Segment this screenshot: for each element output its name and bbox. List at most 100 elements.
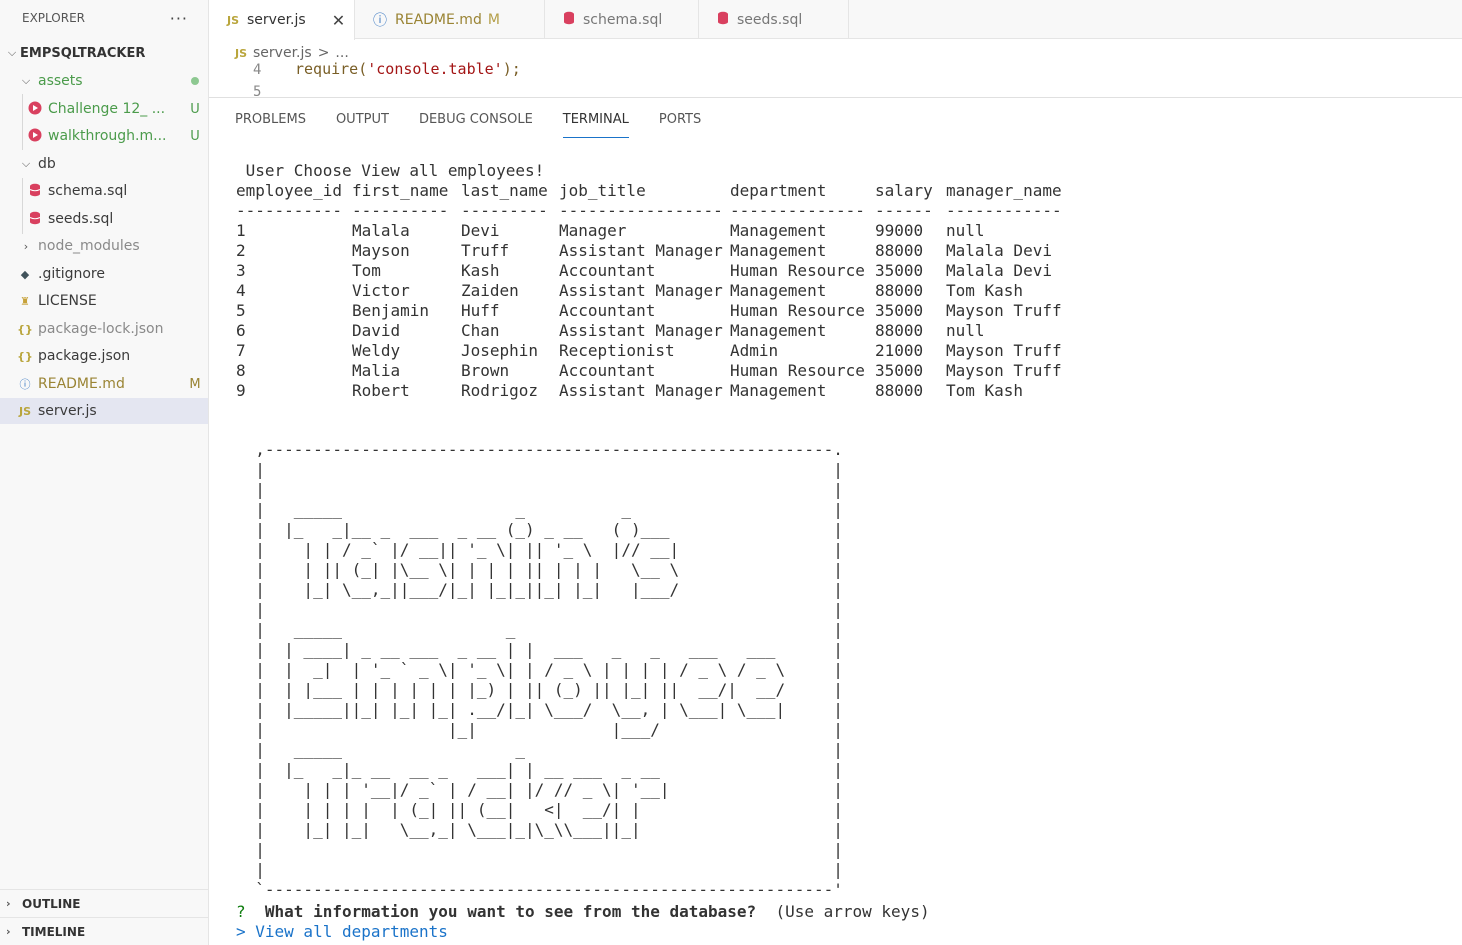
table-cell: Zaiden (461, 281, 519, 300)
tree-item-label: LICENSE (38, 293, 97, 309)
table-cell: Assistant Manager (559, 241, 723, 260)
tree-item-node-modules[interactable]: › node_modules (0, 233, 208, 259)
table-cell: Management (730, 241, 827, 260)
line-number: 4 (253, 62, 262, 78)
timeline-label: TIMELINE (22, 924, 86, 939)
tree-item-label: server.js (38, 403, 97, 419)
table-cell: Assistant Manager (559, 381, 723, 400)
chevron-right-icon: › (23, 239, 29, 253)
table-cell: Receptionist (559, 341, 675, 360)
table-cell: ----------------- (559, 201, 723, 220)
table-cell: Malala (352, 221, 410, 240)
table-cell: Management (730, 381, 827, 400)
table-cell: 5 (236, 301, 246, 320)
table-cell: Truff (461, 241, 510, 260)
table-cell: Management (730, 281, 827, 300)
tree-item-challenge-video[interactable]: Challenge 12_ ... U (0, 96, 208, 122)
tree-item-label: schema.sql (48, 183, 128, 199)
tab-label: seeds.sql (737, 11, 803, 28)
outline-section[interactable]: › OUTLINE (0, 889, 208, 917)
tree-item-walkthrough-video[interactable]: walkthrough.m... U (0, 123, 208, 149)
table-cell: Admin (730, 341, 779, 360)
table-cell: first_name (352, 181, 449, 200)
breadcrumb-more[interactable]: ... (335, 45, 348, 61)
table-cell: 6 (236, 321, 246, 340)
close-icon[interactable]: ✕ (332, 11, 345, 30)
prompt-question-mark: ? (236, 902, 246, 921)
javascript-icon: JS (227, 13, 240, 27)
table-cell: manager_name (946, 181, 1062, 200)
table-cell: Tom Kash (946, 381, 1024, 400)
outline-label: OUTLINE (22, 896, 81, 911)
tree-item-label: db (38, 156, 56, 172)
license-icon: ♜ (20, 294, 30, 308)
javascript-icon: JS (235, 46, 248, 60)
editor-tab-bar: JS server.js ✕ ⓘ README.md M schema.sql … (209, 0, 1462, 40)
explorer-root-folder[interactable]: ⌵ EMPSQLTRACKER (0, 40, 208, 66)
table-cell: Accountant (559, 361, 656, 380)
table-cell: Devi (461, 221, 500, 240)
tab-output[interactable]: OUTPUT (336, 98, 389, 140)
more-actions-icon[interactable]: ··· (170, 9, 188, 28)
tree-item-seeds-sql[interactable]: seeds.sql (0, 206, 208, 232)
info-icon: ⓘ (19, 378, 31, 391)
terminal-choice-line: User Choose View all employees! (236, 161, 545, 180)
editor-peek[interactable]: 4 require('console.table'); 5 (209, 60, 1462, 98)
table-cell: 35000 (875, 361, 924, 380)
table-cell: 3 (236, 261, 246, 280)
tab-seeds-sql[interactable]: seeds.sql (699, 0, 849, 39)
table-cell: null (946, 321, 985, 340)
tree-item-package-json[interactable]: {} package.json (0, 343, 208, 369)
breadcrumb-file[interactable]: server.js (253, 45, 312, 61)
table-cell: Benjamin (352, 301, 430, 320)
chevron-right-icon: › (6, 897, 11, 910)
terminal-output[interactable]: User Choose View all employees! employee… (236, 161, 1456, 401)
tree-item-schema-sql[interactable]: schema.sql (0, 178, 208, 204)
tree-item-label: package.json (38, 348, 131, 364)
javascript-icon: JS (18, 404, 31, 418)
json-icon: {} (17, 322, 33, 336)
code-line: require('console.table'); (295, 60, 521, 78)
tree-item-assets[interactable]: ⌵ assets (0, 68, 208, 94)
database-icon (717, 11, 729, 28)
panel-tab-bar: PROBLEMS OUTPUT DEBUG CONSOLE TERMINAL P… (209, 98, 1462, 140)
timeline-section[interactable]: › TIMELINE (0, 917, 208, 945)
tab-debug-console[interactable]: DEBUG CONSOLE (419, 98, 533, 140)
tab-problems[interactable]: PROBLEMS (235, 98, 306, 140)
explorer-sidebar: EXPLORER ··· ⌵ EMPSQLTRACKER ⌵ assets Ch… (0, 0, 209, 945)
table-cell: Malala Devi (946, 241, 1052, 260)
tree-item-package-lock-json[interactable]: {} package-lock.json (0, 316, 208, 342)
table-cell: Brown (461, 361, 510, 380)
table-cell: 21000 (875, 341, 924, 360)
video-file-icon (26, 101, 44, 118)
table-cell: 2 (236, 241, 246, 260)
table-cell: employee_id (236, 181, 342, 200)
tree-item-label: node_modules (38, 238, 140, 254)
tree-item-db[interactable]: ⌵ db (0, 151, 208, 177)
tab-ports[interactable]: PORTS (659, 98, 701, 140)
table-cell: Malia (352, 361, 401, 380)
tree-item-license[interactable]: ♜ LICENSE (0, 288, 208, 314)
table-cell: Robert (352, 381, 410, 400)
table-cell: Human Resource (730, 301, 865, 320)
tree-item-server-js[interactable]: JS server.js (0, 398, 208, 424)
table-cell: 88000 (875, 241, 924, 260)
table-cell: Accountant (559, 301, 656, 320)
explorer-header: EXPLORER ··· (0, 0, 208, 36)
video-file-icon (26, 128, 44, 145)
tree-item-gitignore[interactable]: ◆ .gitignore (0, 261, 208, 287)
tab-terminal[interactable]: TERMINAL (562, 98, 630, 140)
tab-server-js[interactable]: JS server.js ✕ (209, 0, 355, 40)
table-cell: Tom Kash (946, 281, 1024, 300)
table-cell: Malala Devi (946, 261, 1052, 280)
tab-schema-sql[interactable]: schema.sql (545, 0, 699, 39)
tree-item-label: .gitignore (38, 266, 105, 282)
table-cell: null (946, 221, 985, 240)
chevron-down-icon: ⌵ (7, 46, 17, 59)
tree-item-label: package-lock.json (38, 321, 164, 337)
table-cell: David (352, 321, 401, 340)
tab-readme-md[interactable]: ⓘ README.md M (355, 0, 545, 39)
git-icon: ◆ (20, 267, 30, 281)
selected-option[interactable]: > View all departments (236, 922, 448, 942)
tree-item-readme-md[interactable]: ⓘ README.md M (0, 371, 208, 397)
